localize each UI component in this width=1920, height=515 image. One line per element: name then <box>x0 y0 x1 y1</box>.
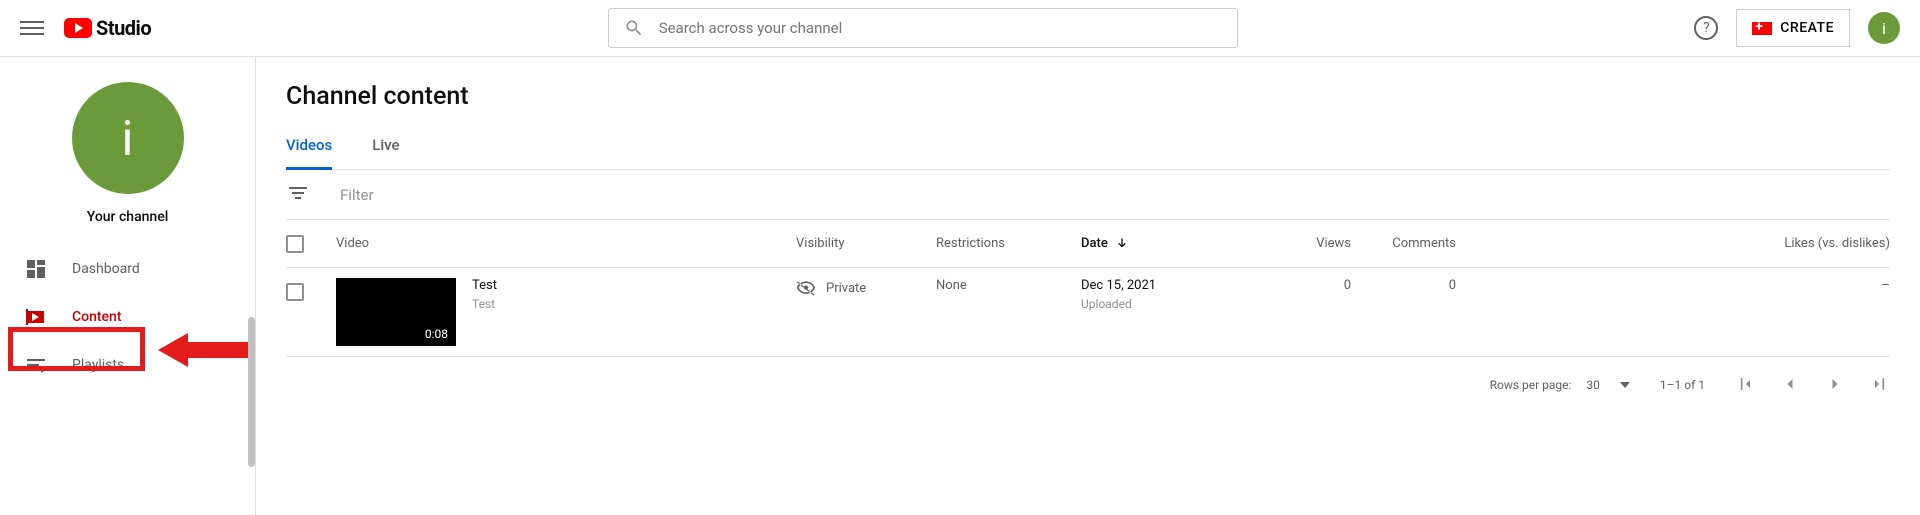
sidebar-item-label: Dashboard <box>72 261 140 277</box>
video-title[interactable]: Test <box>472 278 497 293</box>
search-container <box>151 8 1694 48</box>
menu-icon[interactable] <box>20 16 44 40</box>
create-label: CREATE <box>1780 20 1834 36</box>
comments-value: 0 <box>1351 278 1456 293</box>
scrollbar[interactable] <box>248 317 255 467</box>
playlists-icon <box>24 353 48 377</box>
dashboard-icon <box>24 257 48 281</box>
visibility-private-icon <box>796 278 816 298</box>
date-value: Dec 15, 2021 <box>1081 278 1251 293</box>
prev-page-button[interactable] <box>1780 374 1800 397</box>
video-duration: 0:08 <box>421 326 452 342</box>
col-restrictions[interactable]: Restrictions <box>936 236 1081 251</box>
page-range: 1–1 of 1 <box>1660 378 1705 392</box>
sidebar-item-content[interactable]: Content <box>0 293 255 341</box>
arrow-down-icon <box>1114 236 1130 252</box>
create-camera-icon <box>1752 22 1772 35</box>
create-button[interactable]: CREATE <box>1736 9 1850 47</box>
tab-videos[interactable]: Videos <box>286 136 332 169</box>
app-header: Studio ? CREATE i <box>0 0 1920 57</box>
views-value: 0 <box>1251 278 1351 293</box>
studio-logo[interactable]: Studio <box>64 16 151 40</box>
channel-block: i Your channel <box>0 82 255 245</box>
rows-per-page-label: Rows per page: <box>1490 378 1572 392</box>
main-content: Channel content Videos Live Filter Video… <box>256 57 1920 515</box>
table-row[interactable]: 0:08 Test Test Private None Dec 15, 2021… <box>286 268 1890 357</box>
filter-icon <box>286 181 310 209</box>
youtube-play-icon <box>64 18 92 38</box>
col-video[interactable]: Video <box>336 236 796 251</box>
content-tabs: Videos Live <box>286 136 1890 170</box>
dropdown-icon <box>1620 382 1630 388</box>
account-avatar[interactable]: i <box>1868 12 1900 44</box>
video-thumbnail[interactable]: 0:08 <box>336 278 456 346</box>
col-views[interactable]: Views <box>1251 236 1351 251</box>
sidebar-item-playlists[interactable]: Playlists <box>0 341 255 389</box>
content-icon <box>24 305 48 329</box>
help-icon[interactable]: ? <box>1694 16 1718 40</box>
sidebar-item-label: Playlists <box>72 357 124 373</box>
likes-value: – <box>1456 278 1890 293</box>
channel-label: Your channel <box>87 209 169 225</box>
select-all-checkbox[interactable] <box>286 235 304 253</box>
filter-bar[interactable]: Filter <box>286 170 1890 220</box>
restrictions-value: None <box>936 278 1081 293</box>
header-actions: ? CREATE i <box>1694 9 1900 47</box>
col-comments[interactable]: Comments <box>1351 236 1456 251</box>
video-description: Test <box>472 297 497 311</box>
page-title: Channel content <box>286 82 1890 111</box>
search-icon <box>624 18 644 38</box>
row-checkbox[interactable] <box>286 283 304 301</box>
sidebar: i Your channel Dashboard Content Playlis… <box>0 57 256 515</box>
filter-label: Filter <box>340 186 374 204</box>
pagination: Rows per page: 30 1–1 of 1 <box>286 357 1890 413</box>
col-date[interactable]: Date <box>1081 236 1251 252</box>
content-table: Video Visibility Restrictions Date Views… <box>286 220 1890 357</box>
sidebar-item-dashboard[interactable]: Dashboard <box>0 245 255 293</box>
sidebar-item-label: Content <box>72 309 122 325</box>
body: i Your channel Dashboard Content Playlis… <box>0 57 1920 515</box>
rows-per-page-select[interactable]: 30 <box>1586 378 1630 392</box>
visibility-value: Private <box>826 281 866 296</box>
col-likes[interactable]: Likes (vs. dislikes) <box>1456 236 1890 251</box>
table-header: Video Visibility Restrictions Date Views… <box>286 220 1890 268</box>
tab-live[interactable]: Live <box>372 136 399 169</box>
last-page-button[interactable] <box>1870 374 1890 397</box>
search-input[interactable] <box>659 19 1222 37</box>
date-status: Uploaded <box>1081 297 1251 311</box>
search-box[interactable] <box>608 8 1238 48</box>
logo-text: Studio <box>96 16 151 40</box>
first-page-button[interactable] <box>1735 374 1755 397</box>
col-visibility[interactable]: Visibility <box>796 236 936 251</box>
next-page-button[interactable] <box>1825 374 1845 397</box>
channel-avatar[interactable]: i <box>72 82 184 194</box>
